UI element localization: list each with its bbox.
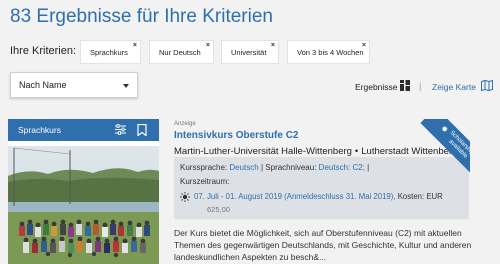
course-period-label: Kurszeitraum: [180,177,230,186]
filter-chip-sprachkurs[interactable]: Sprachkurs × [80,40,141,64]
filter-chip-universitaet[interactable]: Universität × [221,40,279,64]
close-icon[interactable]: × [271,42,275,49]
filter-chip-dauer[interactable]: Von 3 bis 4 Wochen × [287,40,370,64]
language-value: Deutsch [229,163,259,172]
bullet-separator: • [354,146,359,157]
star-icon: ✸ [438,123,450,135]
card-category: Sprachkurs [18,125,61,135]
card-header: Sprachkurs [8,119,159,141]
divider: | [260,163,264,172]
sun-icon [180,192,190,202]
close-icon[interactable]: × [362,42,366,49]
show-map-link[interactable]: Zeige Karte [432,82,476,92]
close-icon[interactable]: × [206,42,210,49]
result-card-image[interactable]: Sprachkurs [8,119,159,264]
course-language-level: Kurssprache: Deutsch | Sprachniveau: Deu… [180,163,369,172]
map-icon[interactable] [481,80,493,91]
course-date-cost: 07. Juli - 01. August 2019 (Anmeldeschlu… [194,192,443,201]
view-separator: | [419,81,422,91]
scholarship-ribbon: ✸ Scholarships available [410,119,470,179]
language-label: Kurssprache: [180,163,228,172]
cost-value: 625,00 [207,205,230,214]
chip-label: Von 3 bis 4 Wochen [297,47,364,57]
chip-label: Sprachkurs [90,47,128,57]
level-label: Sprachniveau: [265,163,317,172]
chevron-down-icon [123,84,129,88]
sort-select-value: Nach Name [19,80,67,90]
scholarship-ribbon-band: ✸ Scholarships available [420,119,470,179]
chip-label: Nur Deutsch [159,47,201,57]
course-description: Der Kurs bietet die Möglichkeit, sich au… [174,228,472,263]
sort-select[interactable]: Nach Name [10,72,138,98]
cost-label: Kosten: EUR [397,192,443,201]
level-value: Deutsch: C2; [318,163,365,172]
course-title-link[interactable]: Intensivkurs Oberstufe C2 [174,130,298,141]
close-icon[interactable]: × [133,42,137,49]
filter-chip-nur-deutsch[interactable]: Nur Deutsch × [149,40,214,64]
filter-icon[interactable] [115,124,126,135]
grid-view-icon[interactable] [400,80,410,91]
criteria-label: Ihre Kriterien: [10,45,77,57]
chip-label: Universität [231,47,267,57]
course-group-photo[interactable] [8,146,159,264]
page-title: 83 Ergebnisse für Ihre Kriterien [10,6,273,27]
institution-name: Martin-Luther-Universität Halle-Wittenbe… [174,146,352,157]
results-view-label: Ergebnisse [355,82,398,92]
ad-label: Anzeige [174,121,196,127]
course-dates: 07. Juli - 01. August 2019 (Anmeldeschlu… [194,192,396,201]
divider: | [367,163,370,172]
bookmark-icon[interactable] [137,124,147,136]
